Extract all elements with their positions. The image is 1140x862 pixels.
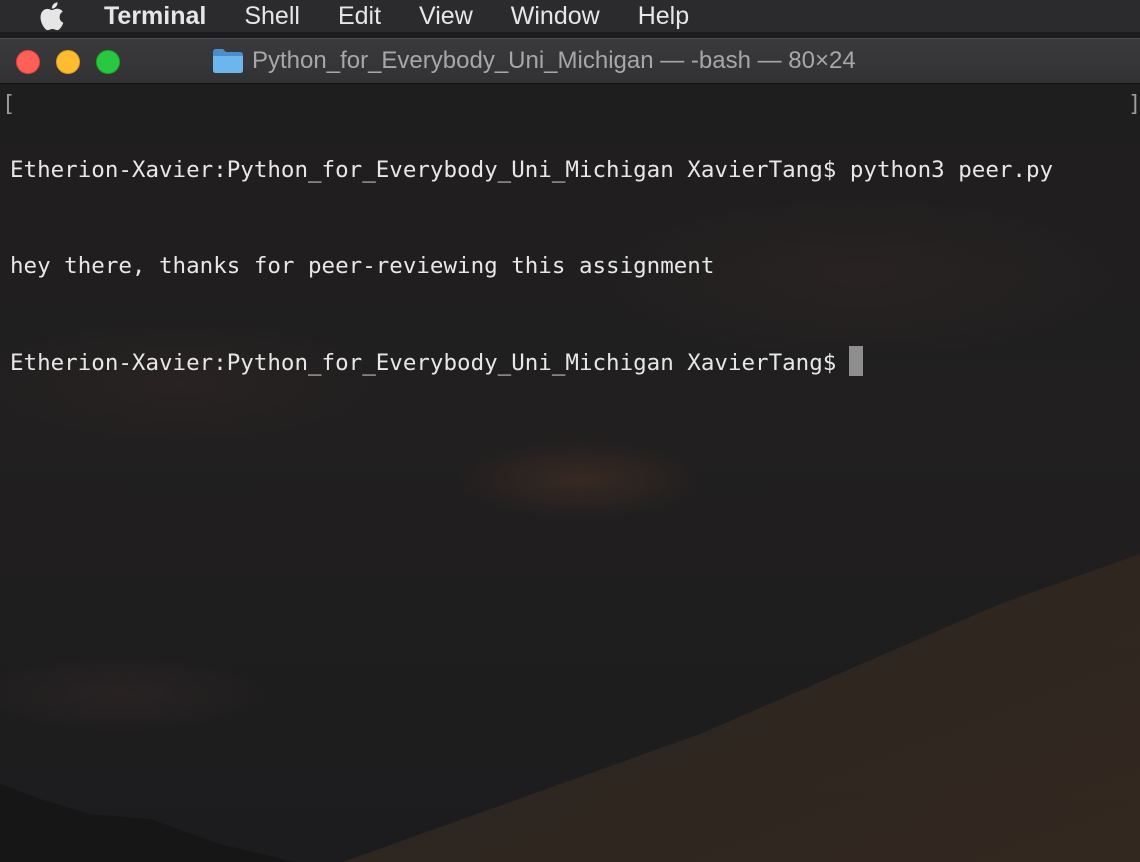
terminal-window: Python_for_Everybody_Uni_Michigan — -bas… — [0, 38, 1140, 862]
folder-icon — [212, 48, 244, 74]
menu-window[interactable]: Window — [511, 0, 600, 32]
terminal-line-prompt: Etherion-Xavier:Python_for_Everybody_Uni… — [10, 346, 1053, 378]
menu-terminal[interactable]: Terminal — [104, 0, 206, 32]
menu-help[interactable]: Help — [638, 0, 689, 32]
apple-menu-icon[interactable] — [36, 1, 66, 31]
terminal-line-command: Etherion-Xavier:Python_for_Everybody_Uni… — [10, 157, 1054, 183]
selection-bracket-right: ] — [1128, 92, 1140, 117]
minimize-button[interactable] — [56, 50, 80, 74]
zoom-button[interactable] — [96, 50, 120, 74]
menu-edit[interactable]: Edit — [338, 0, 381, 32]
shell-prompt: Etherion-Xavier:Python_for_Everybody_Uni… — [10, 350, 837, 376]
close-button[interactable] — [16, 50, 40, 74]
terminal-content[interactable]: [ ] Etherion-Xavier:Python_for_Everybody… — [0, 84, 1140, 862]
menu-bar: Terminal Shell Edit View Window Help — [0, 0, 1140, 32]
terminal-output: Etherion-Xavier:Python_for_Everybody_Uni… — [10, 90, 1053, 442]
window-title: Python_for_Everybody_Uni_Michigan — -bas… — [212, 39, 856, 83]
window-title-text: Python_for_Everybody_Uni_Michigan — -bas… — [252, 47, 856, 74]
window-titlebar[interactable]: Python_for_Everybody_Uni_Michigan — -bas… — [0, 39, 1140, 84]
menu-shell[interactable]: Shell — [244, 0, 300, 32]
menu-view[interactable]: View — [419, 0, 473, 32]
terminal-line-output: hey there, thanks for peer-reviewing thi… — [10, 253, 715, 279]
text-cursor — [849, 346, 864, 376]
